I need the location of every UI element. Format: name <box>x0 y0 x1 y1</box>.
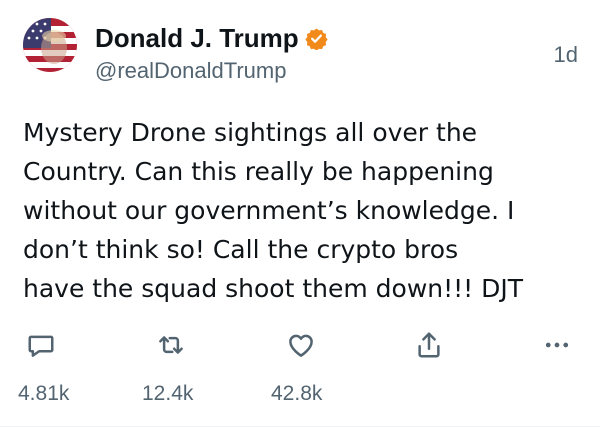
like-button[interactable] <box>286 330 316 360</box>
post-text-line: don’t think so! Call the crypto bros <box>23 235 459 264</box>
flag-portrait-avatar-icon <box>23 18 77 72</box>
reply-icon <box>28 335 54 357</box>
post-text-line: have the squad shoot them down!!! DJT <box>23 274 524 303</box>
heart-icon <box>289 334 313 357</box>
post-text: Mystery Drone sightings all over the Cou… <box>23 113 583 308</box>
reply-button[interactable] <box>26 330 56 360</box>
more-button[interactable] <box>542 330 572 360</box>
share-icon <box>418 332 440 358</box>
post-text-line: without our government’s knowledge. I <box>23 196 515 225</box>
post-timestamp[interactable]: 1d <box>554 42 578 68</box>
repost-icon <box>159 336 183 354</box>
repost-count: 12.4k <box>142 382 194 405</box>
author-name-row: Donald J. Trump <box>95 22 328 54</box>
like-count: 42.8k <box>271 382 323 405</box>
share-button[interactable] <box>414 330 444 360</box>
more-icon <box>545 342 569 348</box>
post-text-line: Mystery Drone sightings all over the <box>23 118 478 147</box>
reply-count: 4.81k <box>18 382 70 405</box>
author-display-name[interactable]: Donald J. Trump <box>95 23 299 54</box>
author-handle[interactable]: @realDonaldTrump <box>95 58 286 84</box>
post-card: Donald J. Trump @realDonaldTrump 1d Myst… <box>0 0 600 427</box>
post-text-line: Country. Can this really be happening <box>23 157 494 186</box>
verified-badge-icon <box>305 27 328 50</box>
avatar[interactable] <box>23 18 77 72</box>
repost-button[interactable] <box>156 330 186 360</box>
